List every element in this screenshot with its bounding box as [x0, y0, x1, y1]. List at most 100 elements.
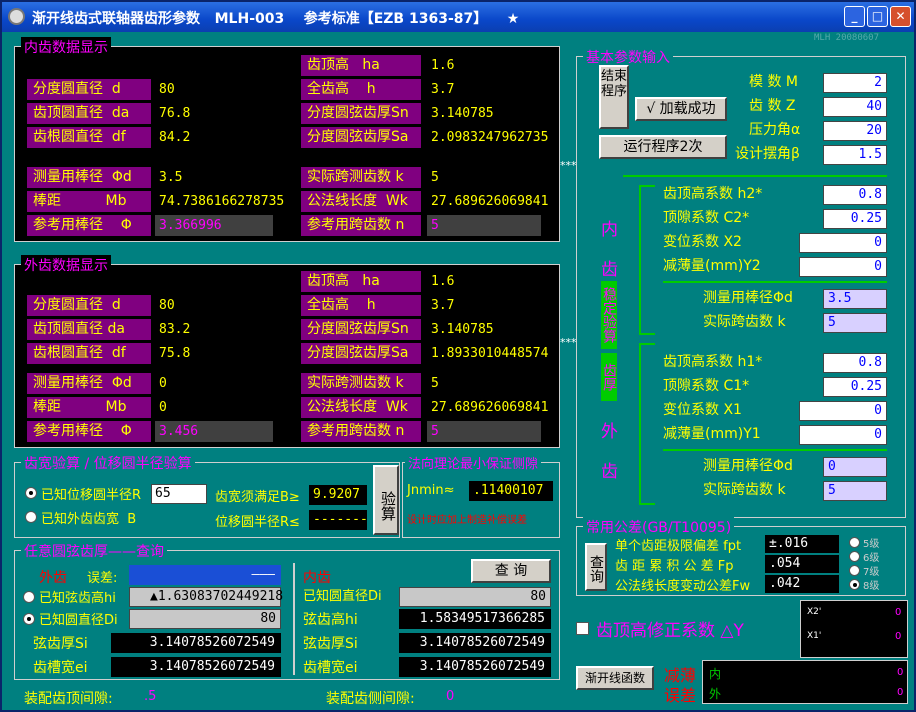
inner-h-value: 3.7: [431, 82, 455, 97]
inner-d-label: 分度圆直径 d: [27, 79, 151, 100]
fpt-label: 单个齿距极限偏差 fpt: [615, 539, 742, 554]
stability-check-button[interactable]: 稳定验算: [601, 281, 617, 349]
outer-df-value: 75.8: [159, 346, 191, 361]
teeth-label: 齿 数 Z: [749, 98, 796, 114]
c2-input[interactable]: 0.25: [823, 209, 887, 229]
inner-mb-label: 棒距 Mb: [27, 191, 151, 212]
inner-si-label: 弦齿厚Si: [303, 636, 358, 652]
outer-char-1: 外: [601, 422, 618, 442]
radius-input[interactable]: 65: [151, 484, 207, 504]
grade-5-radio[interactable]: [849, 537, 860, 548]
window-title: 渐开线齿式联轴器齿形参数 MLH-003 参考标准【EZB 1363-87】 ★: [32, 11, 520, 27]
known-radius-radio[interactable]: [25, 487, 37, 499]
c1-label: 顶隙系数 C1*: [663, 378, 750, 394]
di-input[interactable]: 80: [129, 609, 281, 629]
error-value: ———: [129, 565, 281, 585]
outer-phid-input[interactable]: 0: [823, 457, 887, 477]
arc-divider: [293, 563, 295, 675]
tolerance-query-button[interactable]: 查询: [585, 543, 607, 591]
outer-k-input[interactable]: 5: [823, 481, 887, 501]
radius-condition-value: -------: [309, 510, 368, 530]
inner-di-input[interactable]: 80: [399, 587, 551, 607]
thin-label-2: 误差: [664, 686, 697, 705]
swing-angle-input[interactable]: 1.5: [823, 145, 887, 165]
inner-ei-label: 齿槽宽ei: [303, 660, 358, 676]
correction-checkbox[interactable]: [576, 622, 589, 635]
ei-label: 齿槽宽ei: [33, 660, 88, 676]
separator-outer: [663, 449, 887, 451]
close-button[interactable]: ✕: [890, 6, 911, 27]
grade-7-radio[interactable]: [849, 565, 860, 576]
y2-label: 减薄量(mm)Y2: [663, 258, 761, 274]
known-hi-radio[interactable]: [23, 591, 35, 603]
outer-ref-n-label: 参考用跨齿数 n: [301, 421, 421, 442]
inner-ref-n-label: 参考用跨齿数 n: [301, 215, 421, 236]
modulus-input[interactable]: 2: [823, 73, 887, 93]
outer-k-value: 5: [431, 376, 439, 391]
tolerance-title: 常用公差(GB/T10095): [583, 517, 735, 537]
outer-char-2: 齿: [601, 462, 618, 482]
fp-label: 齿 距 累 积 公 差 Fp: [615, 559, 734, 574]
inner-phid-input[interactable]: 3.5: [823, 289, 887, 309]
thin-inner-value: 0: [897, 667, 904, 678]
fp-value: .054: [765, 555, 839, 573]
involute-function-button[interactable]: 渐开线函数: [576, 666, 654, 690]
inner-phid-input-label: 测量用棒径Φd: [703, 290, 793, 306]
inner-sn-value: 3.140785: [431, 106, 494, 121]
normal-backlash-title: 法向理论最小保证侧隙: [405, 453, 542, 472]
outer-ha-value: 1.6: [431, 274, 455, 289]
pressure-angle-input[interactable]: 20: [823, 121, 887, 141]
known-di-radio[interactable]: [23, 613, 35, 625]
end-program-button[interactable]: 结束程序: [599, 65, 629, 129]
grade-6-radio[interactable]: [849, 551, 860, 562]
inner-ref-n-value: 5: [427, 215, 541, 236]
app-gear-icon[interactable]: [8, 8, 25, 25]
inner-df-label: 齿根圆直径 df: [27, 127, 151, 148]
inner-link-stars: ***: [560, 159, 577, 172]
x1-input[interactable]: 0: [799, 401, 887, 421]
inner-k-input[interactable]: 5: [823, 313, 887, 333]
jnmin-value: .11400107: [469, 481, 553, 501]
outer-da-label: 齿顶圆直径 da: [27, 319, 151, 340]
outer-link-stars: ***: [560, 336, 577, 349]
y1-input[interactable]: 0: [799, 425, 887, 445]
load-button[interactable]: √ 加载成功: [635, 97, 727, 121]
x2-input[interactable]: 0: [799, 233, 887, 253]
x1-prime-label: X1': [807, 631, 822, 641]
compensation-note: 设计时应加上制造补偿误差: [407, 515, 527, 526]
modulus-label: 模 数 M: [749, 74, 798, 90]
maximize-button[interactable]: □: [867, 6, 888, 27]
inner-wk-label: 公法线长度 Wk: [301, 191, 421, 212]
grade-8-radio[interactable]: [849, 579, 860, 590]
outer-phid-value: 0: [159, 376, 167, 391]
arc-thickness-panel: 任意圆弦齿厚——查询 外齿 误差: ——— 已知弦齿高hi ▲1.6308370…: [14, 541, 560, 680]
minimize-button[interactable]: _: [844, 6, 865, 27]
h1-input[interactable]: 0.8: [823, 353, 887, 373]
known-width-radio[interactable]: [25, 511, 37, 523]
outer-ref-n-value: 5: [427, 421, 541, 442]
y2-input[interactable]: 0: [799, 257, 887, 277]
c1-input[interactable]: 0.25: [823, 377, 887, 397]
hi-input[interactable]: ▲1.63083702449218: [129, 587, 283, 607]
pressure-angle-label: 压力角α: [749, 122, 801, 138]
tooth-thickness-check-button[interactable]: 齿厚: [601, 353, 617, 401]
inner-da-label: 齿顶圆直径 da: [27, 103, 151, 124]
fpt-value: ±.016: [765, 535, 839, 553]
query-button[interactable]: 查 询: [471, 559, 551, 583]
si-value: 3.14078526072549: [111, 633, 281, 653]
teeth-input[interactable]: 40: [823, 97, 887, 117]
run-program-button[interactable]: 运行程序2次: [599, 135, 727, 159]
h2-input[interactable]: 0.8: [823, 185, 887, 205]
basic-param-title: 基本参数输入: [583, 47, 673, 67]
fw-label: 公法线长度变动公差Fw: [615, 579, 751, 594]
outer-ref-phi-value: 3.456: [155, 421, 273, 442]
outer-phid-input-label: 测量用棒径Φd: [703, 458, 793, 474]
radius-condition-label: 位移圆半径R≤: [215, 515, 300, 530]
inner-k-label: 实际跨测齿数 k: [301, 167, 421, 188]
inner-data-panel: 内齿数据显示 齿顶高 ha 1.6 分度圆直径 d 80 全齿高 h 3.7 齿…: [14, 37, 560, 242]
inner-ha-value: 1.6: [431, 58, 455, 73]
side-clearance-value: 0: [446, 689, 455, 704]
version-tag: MLH 20080607: [814, 33, 880, 43]
verify-button[interactable]: 验算: [373, 465, 399, 535]
outer-k-label: 实际跨测齿数 k: [301, 373, 421, 394]
